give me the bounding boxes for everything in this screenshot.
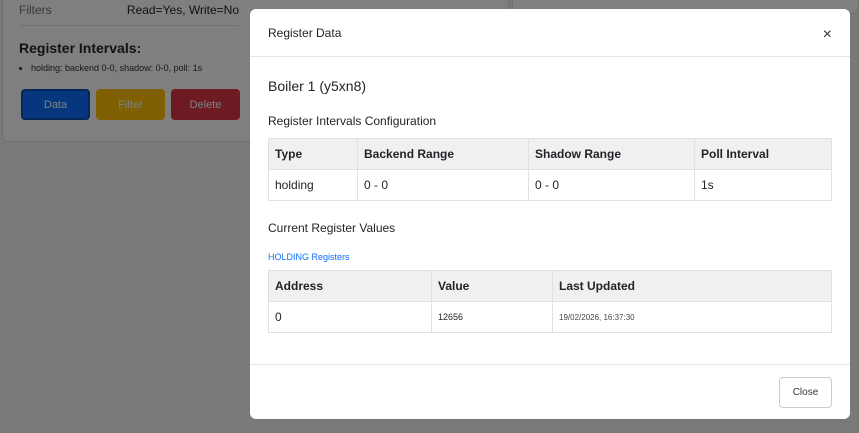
cell-type: holding <box>268 169 358 201</box>
column-header: Value <box>431 270 553 302</box>
close-icon[interactable]: × <box>823 26 832 43</box>
cell-value: 12656 <box>431 301 553 333</box>
table-header-row: Address Value Last Updated <box>268 270 832 302</box>
modal-header: Register Data × <box>250 9 850 57</box>
intervals-config-table: Type Backend Range Shadow Range Poll Int… <box>268 138 832 201</box>
cell-shadow-range: 0 - 0 <box>528 169 695 201</box>
column-header: Poll Interval <box>694 138 832 170</box>
device-name: Boiler 1 (y5xn8) <box>268 78 367 94</box>
table-row: 0 12656 19/02/2026, 16:37:30 <box>268 301 832 333</box>
close-button[interactable]: Close <box>779 376 832 408</box>
column-header: Shadow Range <box>528 138 695 170</box>
table-header-row: Type Backend Range Shadow Range Poll Int… <box>268 138 832 170</box>
values-heading: Current Register Values <box>268 221 396 235</box>
column-header: Last Updated <box>552 270 832 302</box>
column-header: Type <box>268 138 358 170</box>
register-data-modal: Register Data × Boiler 1 (y5xn8) Registe… <box>250 9 850 419</box>
cell-poll-interval: 1s <box>694 169 832 201</box>
modal-body: Boiler 1 (y5xn8) Register Intervals Conf… <box>250 78 850 333</box>
column-header: Address <box>268 270 432 302</box>
cell-address: 0 <box>268 301 432 333</box>
cell-last-updated: 19/02/2026, 16:37:30 <box>552 301 832 333</box>
cell-backend-range: 0 - 0 <box>357 169 529 201</box>
config-heading: Register Intervals Configuration <box>268 114 437 128</box>
modal-title: Register Data <box>268 25 342 40</box>
column-header: Backend Range <box>357 138 529 170</box>
table-row: holding 0 - 0 0 - 0 1s <box>268 169 832 201</box>
register-values-table: Address Value Last Updated 0 12656 19/02… <box>268 270 832 333</box>
holding-registers-heading: HOLDING Registers <box>268 252 350 262</box>
modal-footer: Close <box>250 364 850 419</box>
